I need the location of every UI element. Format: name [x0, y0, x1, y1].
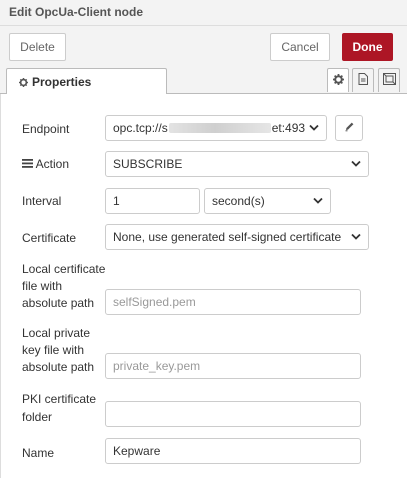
action-value: SUBSCRIBE [113, 157, 183, 171]
name-input[interactable]: Kepware [105, 438, 361, 464]
chevron-down-icon [309, 124, 319, 131]
endpoint-value-prefix: opc.tcp://s [113, 121, 168, 135]
action-label-wrap: Action [22, 156, 69, 172]
tray-title: Edit OpcUa-Client node [9, 5, 144, 19]
local-cert-label: Local certificate file with absolute pat… [22, 261, 105, 311]
appearance-icon [382, 73, 396, 88]
delete-button[interactable]: Delete [9, 33, 66, 61]
cancel-button[interactable]: Cancel [270, 33, 330, 61]
local-key-label-line1: Local private [22, 326, 91, 340]
edit-endpoint-button[interactable] [335, 115, 363, 141]
action-select[interactable]: SUBSCRIBE [105, 151, 369, 177]
interval-unit-select[interactable]: second(s) [204, 188, 331, 214]
certificate-value: None, use generated self-signed certific… [113, 230, 342, 244]
pki-folder-label-line2: folder [22, 410, 53, 424]
name-label: Name [22, 446, 55, 460]
chevron-down-icon [313, 197, 323, 204]
chevron-down-icon [351, 233, 361, 240]
local-key-placeholder: private_key.pem [113, 359, 201, 373]
endpoint-value-suffix: et:493 [271, 121, 306, 135]
chevron-down-icon [351, 160, 361, 167]
local-key-label-line3: absolute path [22, 360, 95, 374]
tab-properties[interactable]: Properties [6, 68, 167, 95]
name-value: Kepware [113, 444, 161, 458]
local-key-label: Local private key file with absolute pat… [22, 325, 94, 375]
local-cert-label-line1: Local certificate [22, 262, 106, 276]
local-key-input[interactable]: private_key.pem [105, 353, 361, 379]
local-cert-placeholder: selfSigned.pem [113, 295, 196, 309]
done-button[interactable]: Done [342, 33, 393, 61]
list-icon [22, 157, 36, 171]
tab-properties-label: Properties [32, 75, 92, 89]
gear-icon [19, 75, 28, 89]
interval-label: Interval [22, 194, 62, 208]
local-key-label-line2: key file with [22, 343, 85, 357]
pki-folder-input[interactable] [105, 401, 361, 427]
pki-folder-label: PKI certificate folder [22, 391, 96, 425]
description-icon [358, 73, 368, 88]
local-cert-label-line3: absolute path [22, 296, 95, 310]
tab-description[interactable] [352, 68, 374, 92]
pki-folder-label-line1: PKI certificate [22, 392, 97, 406]
edit-tray: Edit OpcUa-Client node Delete Cancel Don… [0, 0, 407, 478]
interval-value: 1 [113, 194, 120, 208]
properties-panel: Endpoint opc.tcp://s et:493 Action SUBSC… [0, 94, 407, 478]
local-cert-label-line2: file with [22, 279, 63, 293]
action-label: Action [35, 157, 70, 171]
redacted-endpoint-host [168, 123, 271, 133]
certificate-select[interactable]: None, use generated self-signed certific… [105, 224, 369, 250]
certificate-label: Certificate [22, 231, 77, 245]
endpoint-label: Endpoint [22, 122, 70, 136]
tab-bar: Properties [0, 66, 407, 95]
interval-unit-value: second(s) [212, 194, 265, 208]
tab-node-properties[interactable] [327, 68, 349, 92]
tray-toolbar: Delete Cancel Done [0, 26, 407, 66]
tray-header: Edit OpcUa-Client node [0, 0, 407, 26]
gear-icon [332, 73, 344, 88]
endpoint-select[interactable]: opc.tcp://s et:493 [105, 115, 327, 141]
local-cert-input[interactable]: selfSigned.pem [105, 289, 361, 315]
interval-input[interactable]: 1 [105, 188, 200, 214]
tab-appearance[interactable] [378, 68, 400, 92]
pencil-icon [344, 121, 355, 135]
